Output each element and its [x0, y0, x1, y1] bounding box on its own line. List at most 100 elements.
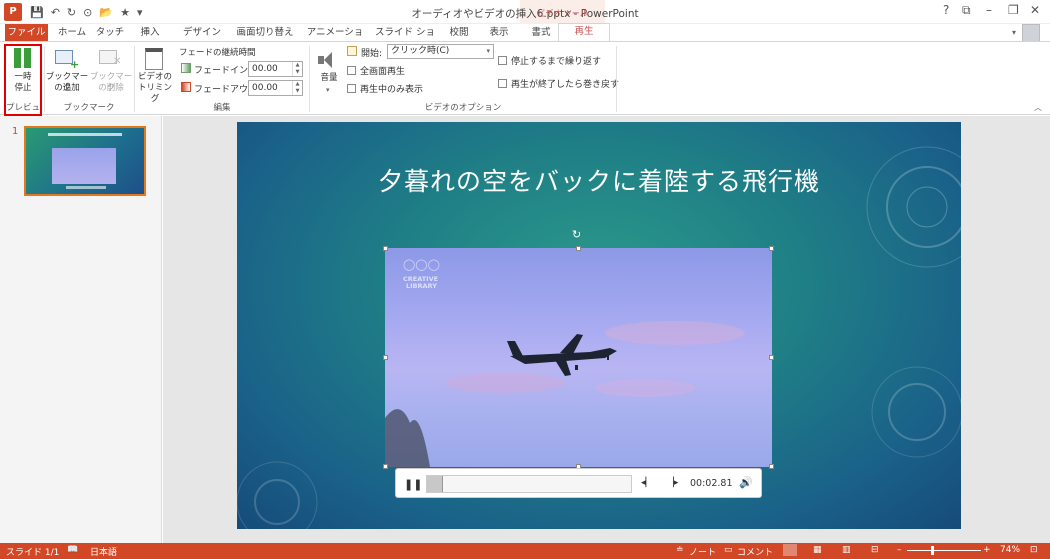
resize-handle[interactable]: [769, 355, 774, 360]
fade-in-value: 00.00: [252, 64, 278, 74]
seek-bar[interactable]: [426, 475, 632, 493]
slide-indicator: スライド 1/1: [6, 548, 60, 558]
thumbnail-video: [52, 148, 116, 184]
step-back-icon[interactable]: ◂▏: [641, 478, 652, 488]
slide-title[interactable]: 夕暮れの空をバックに着陸する飛行機: [237, 162, 961, 198]
separator: [616, 46, 617, 112]
fade-out-spinner[interactable]: ▲ ▼: [292, 81, 302, 95]
tab-playback[interactable]: 再生: [558, 23, 610, 43]
thumbnail-title-line: [48, 133, 122, 136]
status-bar: スライド 1/1 📖 日本語 ≐ ノート ▭ コメント ▦ ▥ ⊟ – + 74…: [0, 543, 1050, 559]
video-tools-label: ビデオ ツール: [537, 9, 588, 18]
fade-in-input[interactable]: 00.00 ▲ ▼: [248, 61, 303, 77]
avatar[interactable]: [1022, 24, 1040, 42]
tab-design[interactable]: デザイン: [178, 24, 226, 42]
add-bookmark-label-2[interactable]: の追加: [45, 83, 89, 94]
group-edit-label: 編集: [213, 103, 231, 113]
tab-transitions[interactable]: 画面切り替え: [233, 24, 297, 42]
trim-label-1[interactable]: ビデオの: [136, 72, 174, 83]
restore-icon[interactable]: ❐: [1008, 3, 1019, 17]
tab-animations[interactable]: アニメーション: [304, 24, 366, 56]
spell-check-icon[interactable]: 📖: [67, 545, 78, 555]
video-player-controls: ❚❚ ◂▏ ▕▸ 00:02.81 🔊: [395, 468, 762, 498]
start-select-value: クリック時(C): [391, 46, 450, 56]
pause-label-2: 停止: [14, 83, 32, 93]
pause-icon: [14, 48, 21, 68]
account-dropdown[interactable]: ▾: [1012, 28, 1016, 37]
slide-number: 1: [12, 126, 19, 137]
resize-handle[interactable]: [769, 464, 774, 469]
chevron-down-icon: ▾: [486, 47, 490, 55]
resize-handle[interactable]: [383, 246, 388, 251]
fit-slide-icon[interactable]: ⊡: [1030, 545, 1038, 555]
zoom-in-icon[interactable]: +: [983, 545, 991, 555]
zoom-level[interactable]: 74%: [1000, 545, 1020, 555]
checkbox-icon: [347, 84, 356, 93]
normal-view-icon[interactable]: [783, 544, 797, 556]
trim-video-icon: [145, 48, 163, 70]
airplane-icon: [507, 334, 617, 376]
slide-canvas[interactable]: 夕暮れの空をバックに着陸する飛行機 ◯◯◯ CREATIVE LIBRARY ↻: [237, 122, 961, 529]
thumbnail-controls: [66, 186, 106, 189]
resize-handle[interactable]: [383, 464, 388, 469]
slideshow-view-icon[interactable]: ⊟: [871, 545, 879, 555]
rewind-checkbox[interactable]: 再生が終了したら巻き戻す: [498, 77, 619, 90]
start-label: 開始:: [361, 49, 383, 59]
volume-button[interactable]: 音量: [314, 73, 344, 84]
resize-handle[interactable]: [576, 246, 581, 251]
tab-touch[interactable]: タッチ: [94, 24, 126, 42]
remove-x-icon: ✕: [113, 56, 122, 67]
tab-slideshow[interactable]: スライド ショー: [373, 24, 437, 56]
collapse-ribbon-icon[interactable]: ︿: [1034, 102, 1042, 113]
pause-icon-bar: [24, 48, 31, 68]
start-icon: [347, 46, 357, 56]
step-forward-icon[interactable]: ▕▸: [667, 478, 678, 488]
zoom-slider[interactable]: [907, 550, 981, 551]
remove-bookmark-label-2[interactable]: の削除: [89, 83, 133, 94]
group-video-options-label: ビデオのオプション: [424, 103, 502, 113]
hide-not-playing-checkbox[interactable]: 再生中のみ表示: [347, 82, 423, 95]
rewind-label: 再生が終了したら巻き戻す: [511, 80, 620, 90]
language-indicator[interactable]: 日本語: [90, 545, 117, 558]
help-icon[interactable]: ?: [943, 3, 949, 17]
minimize-icon[interactable]: –: [986, 3, 992, 17]
rotate-handle-icon[interactable]: ↻: [572, 228, 581, 241]
zoom-out-icon[interactable]: –: [897, 545, 902, 555]
group-bookmark-label: ブックマーク: [63, 103, 115, 113]
watermark-line-2: LIBRARY: [406, 282, 437, 290]
notes-button[interactable]: ノート: [689, 545, 716, 558]
loop-label: 停止するまで繰り返す: [511, 57, 602, 67]
video-frame[interactable]: ◯◯◯ CREATIVE LIBRARY: [385, 248, 772, 467]
player-time: 00:02.81: [690, 478, 733, 489]
resize-handle[interactable]: [383, 355, 388, 360]
start-select[interactable]: クリック時(C) ▾: [387, 44, 494, 59]
ribbon-display-icon[interactable]: ⧉: [962, 3, 971, 18]
tab-home[interactable]: ホーム: [53, 24, 91, 42]
loop-checkbox[interactable]: 停止するまで繰り返す: [498, 54, 601, 67]
hide-not-playing-label: 再生中のみ表示: [360, 85, 424, 95]
notes-icon[interactable]: ≐: [676, 545, 684, 555]
volume-dropdown-icon[interactable]: ▾: [326, 86, 330, 94]
fullscreen-label: 全画面再生: [360, 67, 406, 77]
fade-in-spinner[interactable]: ▲ ▼: [292, 62, 302, 76]
player-volume-icon[interactable]: 🔊: [739, 476, 753, 489]
seek-progress: [427, 476, 444, 492]
comments-icon[interactable]: ▭: [724, 545, 733, 555]
zoom-slider-thumb[interactable]: [931, 546, 934, 555]
reading-view-icon[interactable]: ▥: [842, 545, 851, 555]
tab-file[interactable]: ファイル: [5, 24, 48, 42]
comments-button[interactable]: コメント: [737, 545, 773, 558]
player-pause-icon[interactable]: ❚❚: [404, 478, 422, 491]
slide-thumbnail[interactable]: [24, 126, 146, 196]
tab-review[interactable]: 校閲: [445, 24, 473, 42]
close-icon[interactable]: ✕: [1030, 3, 1040, 17]
tab-insert[interactable]: 挿入: [134, 24, 166, 42]
pause-label-1: 一時: [14, 72, 32, 82]
fade-duration-title: フェードの継続時間: [179, 48, 256, 58]
tab-format[interactable]: 書式: [525, 24, 557, 42]
slide-sorter-icon[interactable]: ▦: [813, 545, 822, 555]
tab-view[interactable]: 表示: [483, 24, 515, 42]
fullscreen-checkbox[interactable]: 全画面再生: [347, 64, 405, 77]
fade-out-input[interactable]: 00.00 ▲ ▼: [248, 80, 303, 96]
resize-handle[interactable]: [769, 246, 774, 251]
